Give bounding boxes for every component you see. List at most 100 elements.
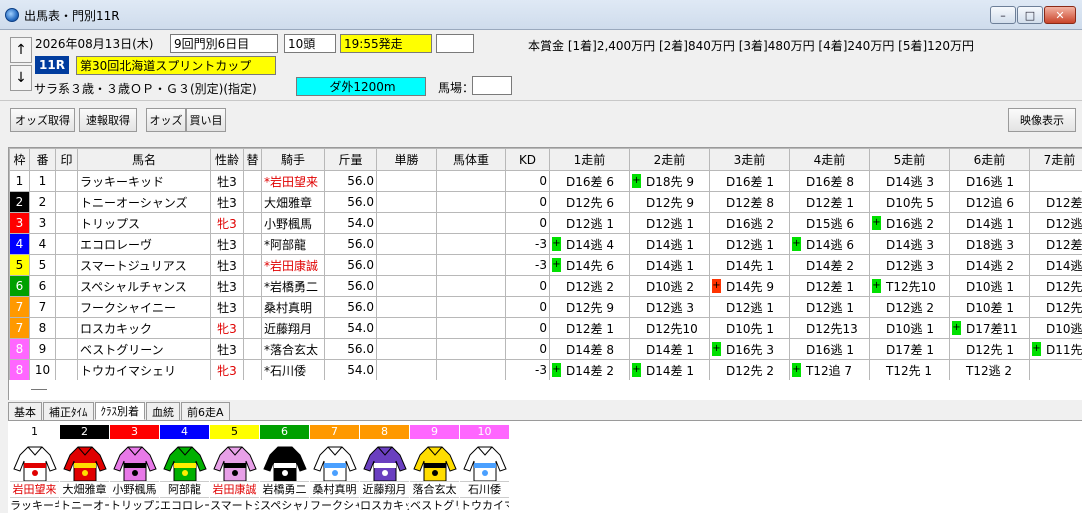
column-header[interactable]: 斤量 xyxy=(324,148,377,171)
past-race-2[interactable]: D14逃 1 xyxy=(629,254,710,276)
past-race-6[interactable]: D14逃 1 xyxy=(949,212,1030,234)
tab-3[interactable]: ｸﾗｽ別着 xyxy=(94,402,145,420)
mark-cell[interactable] xyxy=(55,170,78,192)
odds-button[interactable]: オッズ xyxy=(146,108,186,132)
past-race-7[interactable] xyxy=(1029,170,1082,192)
column-header[interactable]: 性齢 xyxy=(210,148,244,171)
sokuho-get-button[interactable]: 速報取得 xyxy=(79,108,137,132)
column-header[interactable]: 1走前 xyxy=(549,148,630,171)
past-race-5[interactable]: D14逃 3 xyxy=(869,170,950,192)
past-race-3[interactable]: + D14先 9 xyxy=(709,275,790,297)
column-header[interactable]: 2走前 xyxy=(629,148,710,171)
mark-cell[interactable] xyxy=(55,212,78,234)
past-race-6[interactable]: T12逃 2 xyxy=(949,359,1030,381)
movie-button[interactable]: 映像表示 xyxy=(1008,108,1076,132)
horse-name[interactable]: ロスカキック xyxy=(77,317,211,339)
horse-name[interactable]: フークシャイニー xyxy=(77,296,211,318)
past-race-3[interactable]: D12逃 1 xyxy=(709,296,790,318)
past-race-6[interactable]: D16逃 1 xyxy=(949,170,1030,192)
past-race-7[interactable]: + D11先 1 xyxy=(1029,338,1082,360)
table-row[interactable]: 8 10 トウカイマシェリ 牝3 *石川倭 54.0 -3 + D14差 2 + D14差 1 D12… xyxy=(9,359,1082,381)
odds-get-button[interactable]: オッズ取得 xyxy=(10,108,75,132)
past-race-4[interactable]: D14差 2 xyxy=(789,254,870,276)
horse-name[interactable]: スマートジュリアス xyxy=(77,254,211,276)
past-race-4[interactable]: D12差 1 xyxy=(789,191,870,213)
horse-name[interactable]: トニーオーシャンズ xyxy=(77,191,211,213)
past-race-4[interactable]: D15逃 6 xyxy=(789,212,870,234)
column-header[interactable]: 4走前 xyxy=(789,148,870,171)
past-race-2[interactable]: D10逃 2 xyxy=(629,275,710,297)
past-race-1[interactable]: D12逃 1 xyxy=(549,212,630,234)
maximize-button[interactable]: □ xyxy=(1017,6,1043,24)
past-race-2[interactable]: D12逃 1 xyxy=(629,212,710,234)
close-button[interactable]: ✕ xyxy=(1044,6,1076,24)
minimize-button[interactable]: – xyxy=(990,6,1016,24)
past-race-5[interactable]: D12逃 3 xyxy=(869,254,950,276)
past-race-7[interactable]: D12先 7 xyxy=(1029,296,1082,318)
past-race-2[interactable]: D14逃 1 xyxy=(629,233,710,255)
past-race-3[interactable]: D16逃 2 xyxy=(709,212,790,234)
past-race-1[interactable]: + D14先 6 xyxy=(549,254,630,276)
tab-2[interactable]: 補正ﾀｲﾑ xyxy=(43,402,94,420)
column-header[interactable]: 6走前 xyxy=(949,148,1030,171)
past-race-2[interactable]: + D14差 1 xyxy=(629,359,710,381)
mark-cell[interactable] xyxy=(55,191,78,213)
past-race-5[interactable]: D14逃 3 xyxy=(869,233,950,255)
past-race-4[interactable]: D12先13 xyxy=(789,317,870,339)
horse-name[interactable]: エコロレーヴ xyxy=(77,233,211,255)
past-race-4[interactable]: D16差 8 xyxy=(789,170,870,192)
past-race-6[interactable]: D12先 1 xyxy=(949,338,1030,360)
past-race-1[interactable]: + D14差 2 xyxy=(549,359,630,381)
horse-name[interactable]: トウカイマシェリ xyxy=(77,359,211,381)
past-race-3[interactable]: D12差 8 xyxy=(709,191,790,213)
past-race-6[interactable]: D10逃 1 xyxy=(949,275,1030,297)
mark-cell[interactable] xyxy=(55,233,78,255)
past-race-7[interactable]: D12差 7 xyxy=(1029,191,1082,213)
past-race-1[interactable]: D12差 1 xyxy=(549,317,630,339)
past-race-1[interactable]: + D14逃 4 xyxy=(549,233,630,255)
column-header[interactable]: 単勝 xyxy=(376,148,437,171)
past-race-2[interactable]: D14差 1 xyxy=(629,338,710,360)
column-header[interactable]: 馬体重 xyxy=(436,148,506,171)
column-header[interactable]: 替 xyxy=(243,148,262,171)
past-race-7[interactable]: D12差 2 xyxy=(1029,233,1082,255)
past-race-5[interactable]: + D16逃 2 xyxy=(869,212,950,234)
table-row[interactable]: 3 3 トリップス 牝3 小野楓馬 54.0 0 D12逃 1 D12逃 1 D16逃 2 D15逃… xyxy=(9,212,1082,234)
horse-name[interactable]: トリップス xyxy=(77,212,211,234)
past-race-2[interactable]: D12先 9 xyxy=(629,191,710,213)
prev-race-button[interactable]: ↑ xyxy=(10,37,32,63)
past-race-2[interactable]: + D18先 9 xyxy=(629,170,710,192)
tab-5[interactable]: 前6走A xyxy=(181,402,230,420)
past-race-6[interactable]: D14逃 2 xyxy=(949,254,1030,276)
column-header[interactable]: KD xyxy=(505,148,550,171)
past-race-4[interactable]: + T12追 7 xyxy=(789,359,870,381)
past-race-5[interactable]: D17差 1 xyxy=(869,338,950,360)
past-race-7[interactable]: D10逃 1 xyxy=(1029,317,1082,339)
past-race-2[interactable]: D12先10 xyxy=(629,317,710,339)
column-header[interactable]: 騎手 xyxy=(261,148,325,171)
mark-cell[interactable] xyxy=(55,359,78,381)
past-race-5[interactable]: T12先 1 xyxy=(869,359,950,381)
horse-name[interactable]: ベストグリーン xyxy=(77,338,211,360)
past-race-1[interactable]: D14差 8 xyxy=(549,338,630,360)
past-race-6[interactable]: D10差 1 xyxy=(949,296,1030,318)
tab-4[interactable]: 血統 xyxy=(146,402,180,420)
past-race-3[interactable]: + D16先 3 xyxy=(709,338,790,360)
past-race-7[interactable]: D14逃 2 xyxy=(1029,254,1082,276)
past-race-3[interactable]: D14先 1 xyxy=(709,254,790,276)
table-row[interactable]: 1 1 ラッキーキッド 牡3 *岩田望来 56.0 0 D16差 6 + D18先 9 D16差 1… xyxy=(9,170,1082,192)
column-header[interactable]: 番 xyxy=(29,148,56,171)
past-race-5[interactable]: D10逃 1 xyxy=(869,317,950,339)
past-race-3[interactable]: D10先 1 xyxy=(709,317,790,339)
past-race-5[interactable]: D10先 5 xyxy=(869,191,950,213)
past-race-3[interactable]: D16差 1 xyxy=(709,170,790,192)
past-race-4[interactable]: D12差 1 xyxy=(789,275,870,297)
column-header[interactable]: 印 xyxy=(55,148,78,171)
table-row[interactable]: 7 8 ロスカキック 牝3 近藤翔月 54.0 0 D12差 1 D12先10 D10先 1 D12… xyxy=(9,317,1082,339)
column-header[interactable]: 3走前 xyxy=(709,148,790,171)
column-header[interactable]: 馬名 xyxy=(77,148,211,171)
past-race-7[interactable]: D12逃 2 xyxy=(1029,212,1082,234)
next-race-button[interactable]: ↓ xyxy=(10,65,32,91)
horse-name[interactable]: スペシャルチャンス xyxy=(77,275,211,297)
past-race-2[interactable]: D12逃 3 xyxy=(629,296,710,318)
